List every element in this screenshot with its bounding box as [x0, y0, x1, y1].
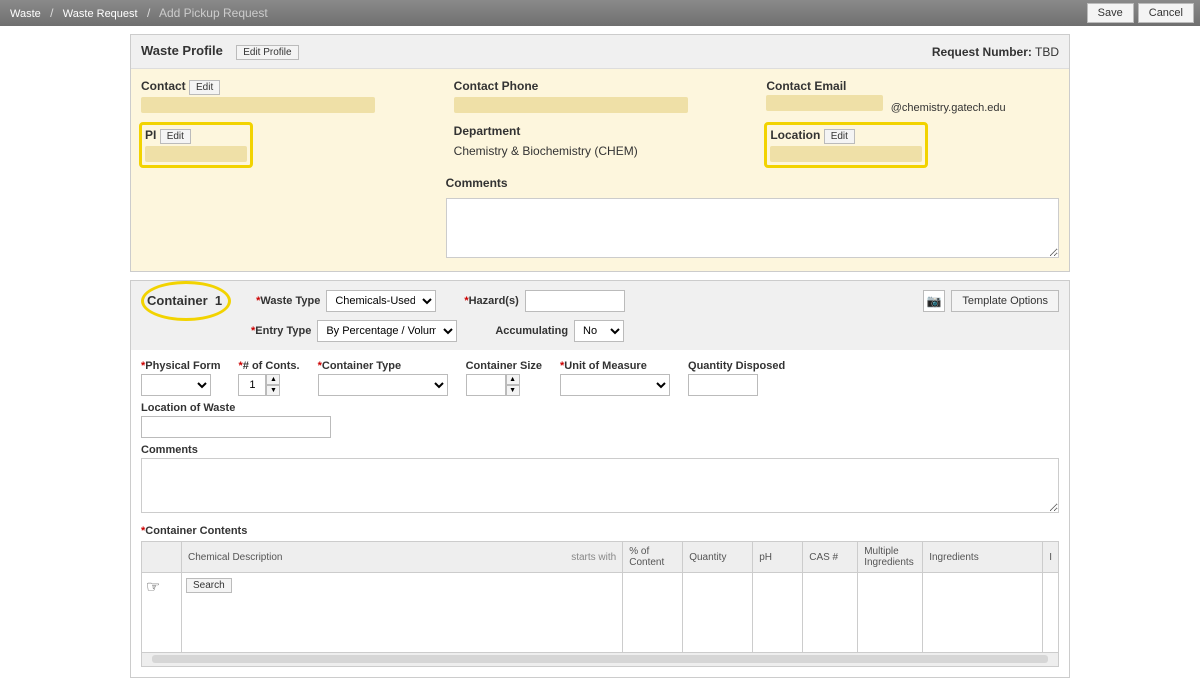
- dept-value: Chemistry & Biochemistry (CHEM): [454, 144, 747, 158]
- qty-disposed-input: [688, 374, 758, 396]
- container-title: Container 1: [141, 289, 228, 312]
- th-qty[interactable]: Quantity: [683, 542, 753, 573]
- waste-type-label: Waste Type: [256, 295, 320, 307]
- pi-value: [145, 146, 247, 162]
- profile-comments-label: Comments: [446, 176, 508, 190]
- num-conts-input[interactable]: [238, 374, 266, 396]
- th-ing[interactable]: Ingredients: [923, 542, 1043, 573]
- container-size-label: Container Size: [466, 360, 542, 372]
- physical-form-label: Physical Form: [141, 360, 220, 372]
- breadcrumb: Waste / Waste Request / Add Pickup Reque…: [10, 6, 268, 20]
- crumb-waste-request[interactable]: Waste Request: [63, 8, 138, 20]
- num-conts-label: # of Conts.: [238, 360, 299, 372]
- table-row: ☞ Search: [142, 573, 1059, 653]
- entry-type-select[interactable]: By Percentage / Volume: [317, 320, 457, 342]
- th-mult[interactable]: Multiple Ingredients: [858, 542, 923, 573]
- container-contents-table: Chemical Description starts with % of Co…: [141, 541, 1059, 653]
- th-ph[interactable]: pH: [753, 542, 803, 573]
- location-highlight: Location Edit: [766, 124, 926, 166]
- container-type-label: Container Type: [318, 360, 448, 372]
- container-comments-label: Comments: [141, 444, 1059, 456]
- waste-profile-panel: Waste Profile Edit Profile Request Numbe…: [130, 34, 1070, 272]
- location-edit-button[interactable]: Edit: [824, 129, 855, 144]
- horizontal-scrollbar[interactable]: [141, 653, 1059, 667]
- th-last[interactable]: I: [1043, 542, 1059, 573]
- container-contents-label: Container Contents: [141, 525, 247, 537]
- num-conts-stepper[interactable]: ▲ ▼: [238, 374, 299, 396]
- contact-edit-button[interactable]: Edit: [189, 80, 220, 95]
- container-size-up[interactable]: ▲: [506, 374, 520, 385]
- crumb-current: Add Pickup Request: [159, 6, 268, 20]
- email-domain: @chemistry.gatech.edu: [891, 102, 1006, 114]
- contact-label: Contact: [141, 79, 186, 93]
- container-type-select[interactable]: [318, 374, 448, 396]
- container-size-input[interactable]: [466, 374, 506, 396]
- pi-highlight: PI Edit: [141, 124, 251, 166]
- location-label: Location: [770, 128, 820, 142]
- crumb-waste[interactable]: Waste: [10, 8, 41, 20]
- pointer-icon: ☞: [146, 579, 160, 596]
- location-value: [770, 146, 922, 162]
- num-conts-down[interactable]: ▼: [266, 385, 280, 396]
- th-cas[interactable]: CAS #: [803, 542, 858, 573]
- request-number-label: Request Number:: [932, 45, 1032, 59]
- accumulating-select[interactable]: No: [574, 320, 624, 342]
- cancel-button[interactable]: Cancel: [1138, 3, 1194, 23]
- dept-label: Department: [454, 124, 521, 138]
- loc-waste-input[interactable]: [141, 416, 331, 438]
- pi-label: PI: [145, 128, 156, 142]
- num-conts-up[interactable]: ▲: [266, 374, 280, 385]
- th-desc[interactable]: Chemical Description starts with: [182, 542, 623, 573]
- edit-profile-button[interactable]: Edit Profile: [236, 45, 298, 60]
- search-button[interactable]: Search: [186, 578, 232, 593]
- hazards-input[interactable]: [525, 290, 625, 312]
- phone-label: Contact Phone: [454, 79, 539, 93]
- phone-value: [454, 97, 688, 113]
- topbar: Waste / Waste Request / Add Pickup Reque…: [0, 0, 1200, 26]
- physical-form-select[interactable]: [141, 374, 211, 396]
- template-options-button[interactable]: Template Options: [951, 290, 1059, 312]
- container-size-down[interactable]: ▼: [506, 385, 520, 396]
- loc-waste-label: Location of Waste: [141, 402, 331, 414]
- container-comments-textarea[interactable]: [141, 458, 1059, 513]
- email-value: [766, 95, 883, 111]
- save-button[interactable]: Save: [1087, 3, 1134, 23]
- th-pct[interactable]: % of Content: [623, 542, 683, 573]
- qty-disposed-label: Quantity Disposed: [688, 360, 785, 372]
- request-number-value: TBD: [1035, 45, 1059, 59]
- email-label: Contact Email: [766, 79, 846, 93]
- entry-type-label: Entry Type: [251, 325, 311, 337]
- waste-type-select[interactable]: Chemicals-Used: [326, 290, 436, 312]
- hazards-label: Hazard(s): [464, 295, 518, 307]
- camera-icon[interactable]: 📷: [923, 290, 945, 312]
- uom-label: Unit of Measure: [560, 360, 670, 372]
- container-size-stepper[interactable]: ▲ ▼: [466, 374, 542, 396]
- th-blank: [142, 542, 182, 573]
- uom-select[interactable]: [560, 374, 670, 396]
- profile-comments-textarea[interactable]: [446, 198, 1059, 258]
- container-panel: Container 1 Waste Type Chemicals-Used Ha…: [130, 280, 1070, 678]
- panel-title: Waste Profile: [141, 43, 223, 58]
- accumulating-label: Accumulating: [495, 325, 568, 337]
- pi-edit-button[interactable]: Edit: [160, 129, 191, 144]
- contact-value: [141, 97, 375, 113]
